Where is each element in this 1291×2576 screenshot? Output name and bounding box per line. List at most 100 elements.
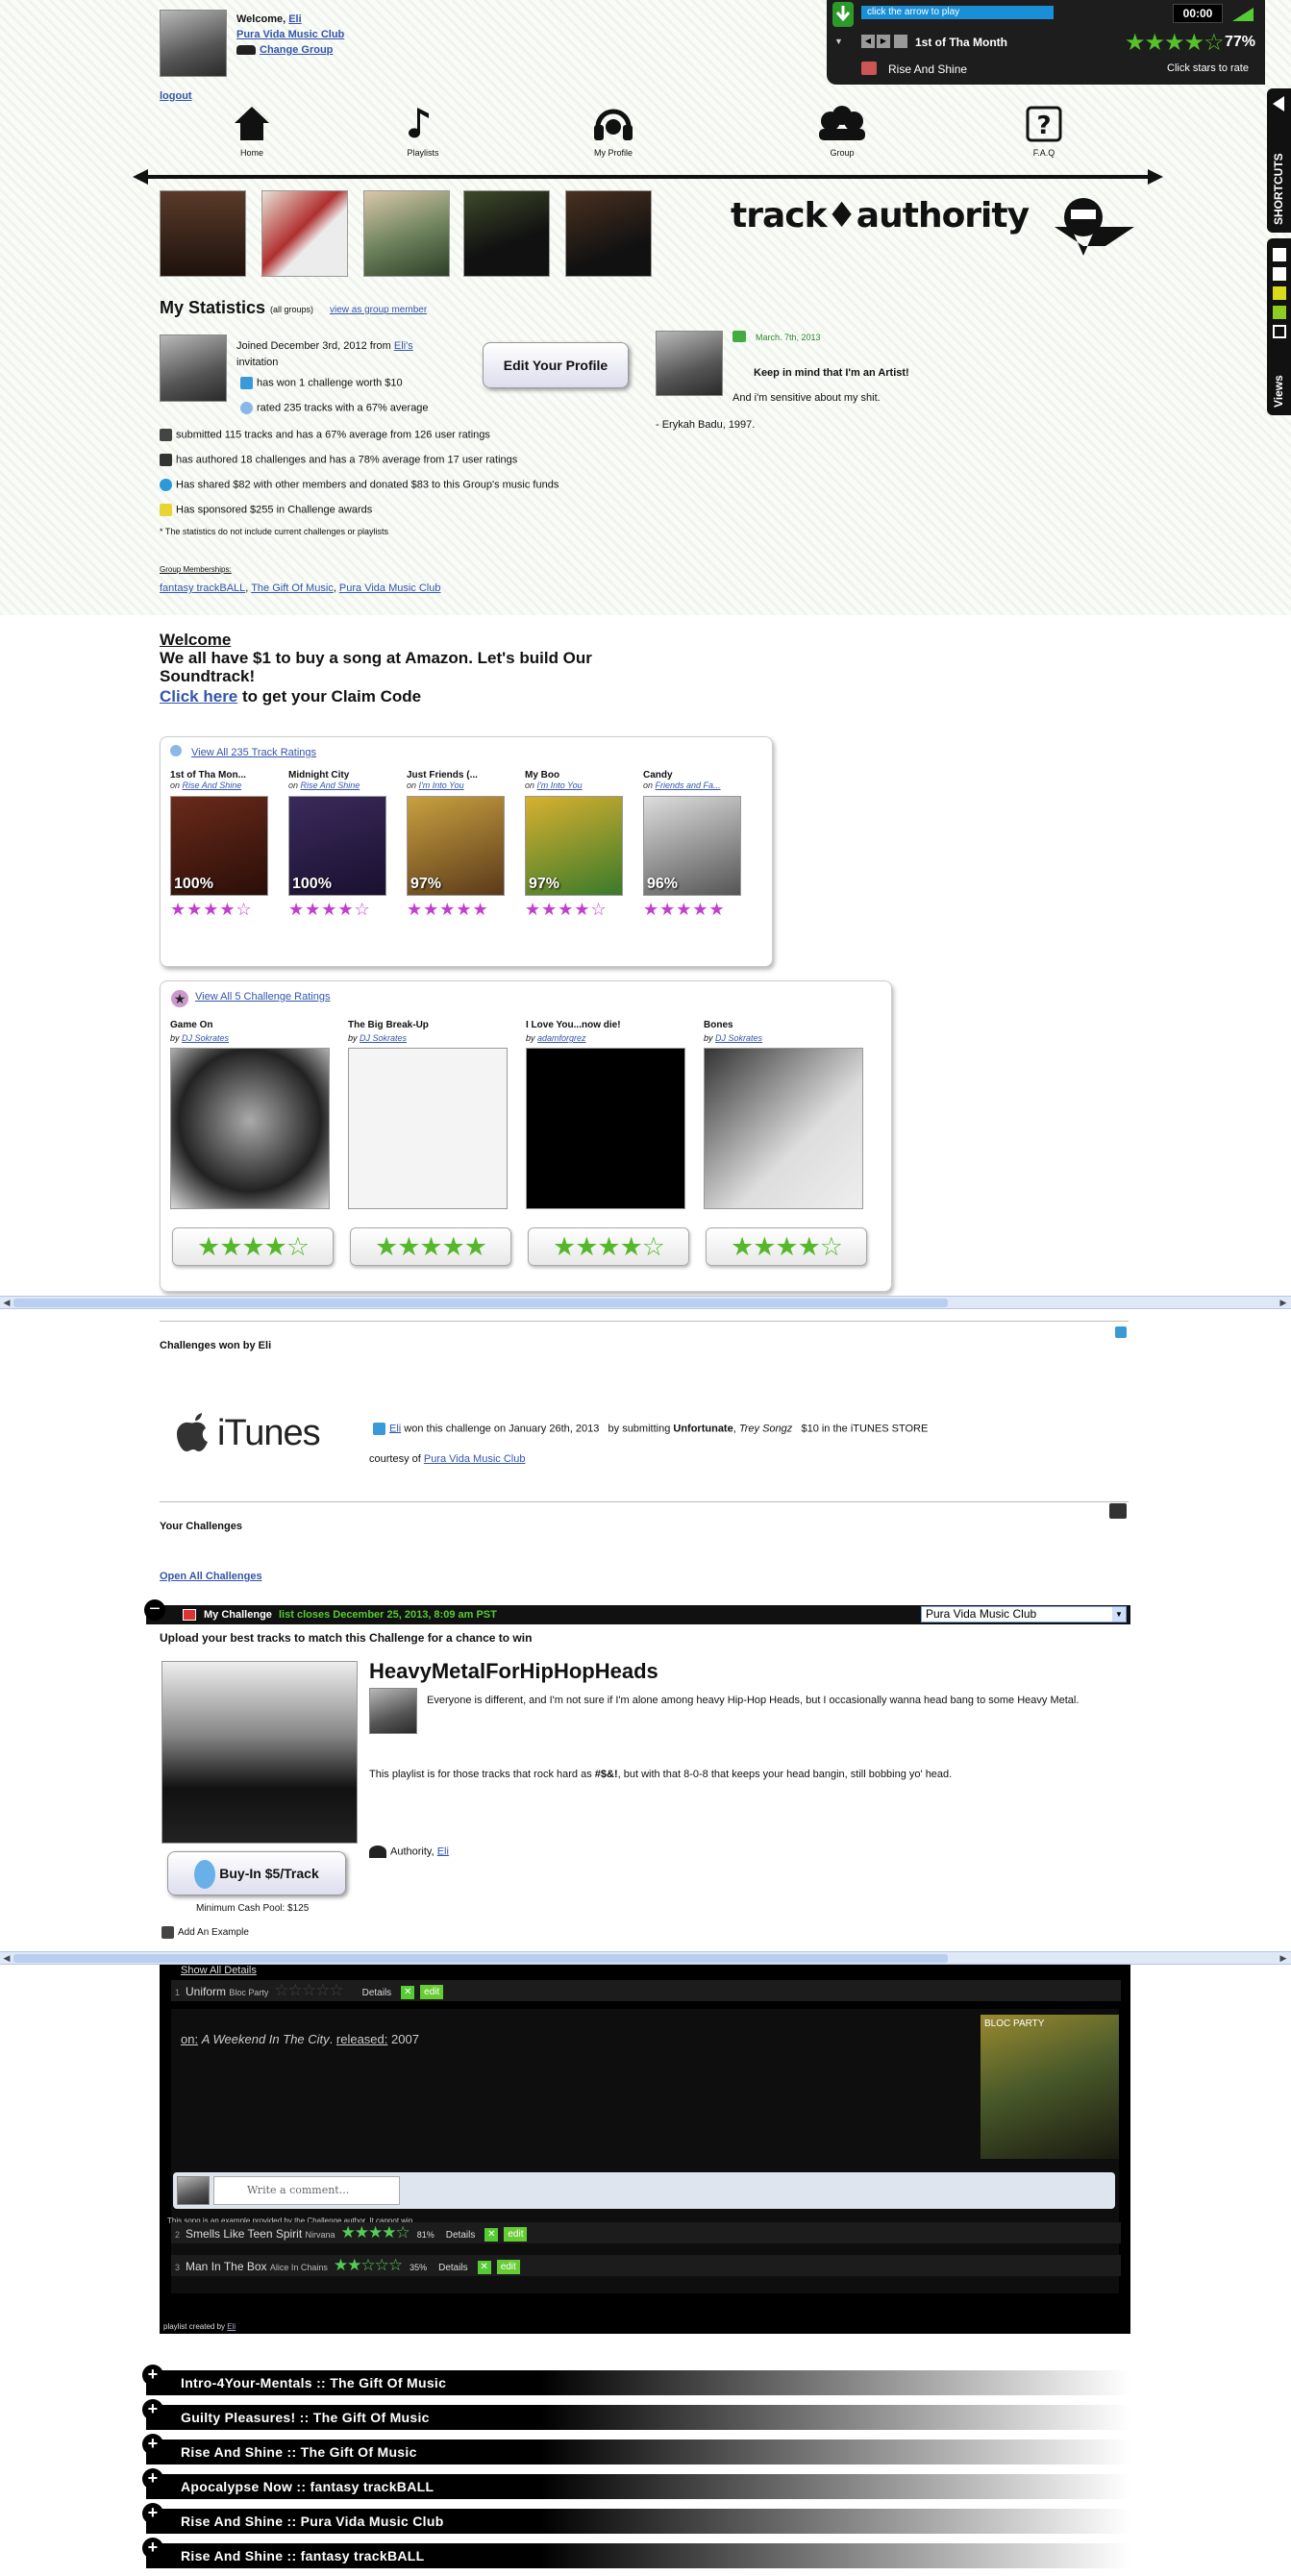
membership-link[interactable]: Pura Vida Music Club [339, 582, 441, 594]
track-name[interactable]: Uniform [186, 1985, 226, 1998]
site-logo[interactable]: track♦authority [731, 196, 1030, 235]
track-rating-stars[interactable]: ★★★★★ [643, 900, 749, 920]
group-select[interactable]: Pura Vida Music Club ▼ [921, 1606, 1127, 1622]
track-playlist-link[interactable]: Friends and Fa... [656, 780, 721, 790]
challenge-image[interactable] [170, 1048, 330, 1209]
track-cover[interactable]: 97% [525, 796, 623, 896]
buy-in-button[interactable]: Buy-In $5/Track [167, 1851, 346, 1895]
challenge-rating-card[interactable]: Bones by DJ Sokrates [704, 1020, 867, 1209]
player-playlist[interactable]: Rise And Shine [888, 62, 967, 76]
challenge-title[interactable]: I Love You...now die! [526, 1020, 689, 1030]
track-title[interactable]: My Boo [525, 770, 631, 780]
album-thumb[interactable] [565, 190, 652, 277]
track-playlist-link[interactable]: I'm Into You [537, 780, 583, 790]
details-link[interactable]: Details [446, 2230, 476, 2241]
edit-button[interactable]: edit [420, 1985, 444, 2000]
membership-link[interactable]: fantasy trackBALL [160, 582, 245, 594]
scroll-left-icon[interactable]: ◀ [0, 1297, 13, 1308]
expand-icon[interactable]: + [142, 2434, 163, 2455]
track-rating-card[interactable]: Candy on Friends and Fa... 96% ★★★★★ [643, 770, 749, 920]
challenge-rating-card[interactable]: The Big Break-Up by DJ Sokrates [348, 1020, 511, 1209]
track-rating-stars[interactable]: ★★★★★ [407, 900, 512, 920]
playlist-track-row[interactable]: 1 Uniform Bloc Party ☆☆☆☆☆ Details ✕ edit [171, 1980, 1121, 2001]
challenge-rating-stars[interactable]: ★★★★☆ [172, 1227, 334, 1266]
won-user-link[interactable]: Eli [389, 1423, 401, 1434]
challenge-author-link[interactable]: DJ Sokrates [182, 1033, 229, 1043]
shortcuts-tab[interactable]: SHORTCUTS [1267, 88, 1291, 233]
expand-icon[interactable]: + [142, 2468, 163, 2489]
collapse-icon[interactable]: − [144, 1599, 165, 1621]
challenge-title[interactable]: The Big Break-Up [348, 1020, 511, 1030]
scroll-thumb[interactable] [13, 1299, 948, 1307]
add-example[interactable]: Add An Example [161, 1926, 249, 1939]
challenge-bar-title[interactable]: Guilty Pleasures! :: The Gift Of Music [181, 2410, 430, 2425]
views-tab[interactable]: Views [1267, 238, 1291, 415]
group-link[interactable]: Pura Vida Music Club [236, 29, 344, 40]
stats-avatar[interactable] [160, 334, 227, 402]
track-rating-card[interactable]: 1st of Tha Mon... on Rise And Shine 100% ★★… [170, 770, 276, 920]
track-rating-stars[interactable]: ★★★★☆ [341, 2223, 410, 2242]
track-rating-card[interactable]: My Boo on I'm Into You 97% ★★★★☆ [525, 770, 631, 920]
challenge-title[interactable]: Bones [704, 1020, 867, 1030]
logout-link[interactable]: logout [160, 90, 192, 102]
track-rating-stars[interactable]: ★★★★☆ [170, 900, 276, 920]
edit-button[interactable]: edit [504, 2227, 528, 2242]
track-title[interactable]: Candy [643, 770, 749, 780]
track-playlist-link[interactable]: Rise And Shine [301, 780, 360, 790]
challenge-image[interactable] [704, 1048, 863, 1209]
user-avatar[interactable] [160, 10, 227, 77]
nav-group[interactable]: Group [804, 104, 881, 158]
challenge-rating-stars[interactable]: ★★★★★ [350, 1227, 511, 1266]
prev-button[interactable]: ◀ [861, 35, 875, 48]
challenge-collapsed-bar[interactable]: + Rise And Shine :: fantasy trackBALL [142, 2538, 1130, 2568]
album-thumb[interactable] [363, 190, 450, 277]
challenge-bar-title[interactable]: Rise And Shine :: The Gift Of Music [181, 2444, 417, 2460]
scroll-left-icon[interactable]: ◀ [0, 1952, 13, 1964]
challenge-collapsed-bar[interactable]: + Guilty Pleasures! :: The Gift Of Music [142, 2399, 1130, 2430]
scroll-right-icon[interactable]: ▶ [1277, 1952, 1290, 1964]
album-thumb[interactable] [463, 190, 550, 277]
next-button[interactable]: ▶ [877, 35, 890, 48]
album-thumb[interactable] [160, 190, 246, 277]
track-rating-stars[interactable]: ★★★★☆ [525, 900, 631, 920]
details-link[interactable]: Details [362, 1988, 392, 1998]
volume-icon[interactable] [1230, 6, 1255, 23]
challenge-bar-title[interactable]: Rise And Shine :: fantasy trackBALL [181, 2548, 424, 2564]
player-rating-stars[interactable]: ★★★★☆ [1125, 29, 1225, 57]
authority-user-link[interactable]: Eli [437, 1845, 449, 1857]
dropdown-icon[interactable]: ▼ [834, 37, 843, 46]
scroll-thumb[interactable] [13, 1954, 948, 1963]
challenge-bar-title[interactable]: Rise And Shine :: Pura Vida Music Club [181, 2514, 444, 2529]
edit-profile-button[interactable]: Edit Your Profile [483, 342, 629, 388]
challenge-author-link[interactable]: DJ Sokrates [360, 1033, 407, 1043]
album-name[interactable]: A Weekend In The City [202, 2032, 330, 2046]
add-example-label[interactable]: Add An Example [178, 1927, 249, 1938]
challenge-author-link[interactable]: DJ Sokrates [715, 1033, 762, 1043]
created-by-user-link[interactable]: Eli [227, 2322, 236, 2331]
track-cover[interactable]: 100% [170, 796, 268, 896]
expand-icon[interactable]: + [142, 2538, 163, 2559]
track-rating-card[interactable]: Just Friends (... on I'm Into You 97% ★★★★★ [407, 770, 512, 920]
track-rating-card[interactable]: Midnight City on Rise And Shine 100% ★★★★☆ [288, 770, 394, 920]
challenge-rating-stars[interactable]: ★★★★☆ [528, 1227, 689, 1266]
track-cover[interactable]: 100% [288, 796, 386, 896]
album-thumb[interactable] [261, 190, 348, 277]
welcome-user-link[interactable]: Eli [288, 13, 301, 25]
membership-link[interactable]: The Gift Of Music [251, 582, 334, 594]
playlist-track-row[interactable]: 3 Man In The Box Alice In Chains ★★☆☆☆ 35% D… [171, 2255, 1121, 2276]
challenge-rating-stars[interactable]: ★★★★☆ [706, 1227, 867, 1266]
challenge-bar-title[interactable]: Apocalypse Now :: fantasy trackBALL [181, 2479, 434, 2494]
challenge-collapsed-bar[interactable]: +Apocalypse Now :: fantasy trackBALL [142, 2468, 1130, 2499]
nav-faq[interactable]: ? F.A.Q [1005, 104, 1082, 158]
challenge-collapsed-bar[interactable]: + Rise And Shine :: The Gift Of Music [142, 2434, 1130, 2465]
expand-icon[interactable]: + [142, 2365, 163, 2386]
nav-my-profile[interactable]: My Profile [575, 104, 652, 158]
view-all-challenge-ratings-link[interactable]: View All 5 Challenge Ratings [195, 991, 330, 1003]
track-title[interactable]: Just Friends (... [407, 770, 512, 780]
challenge-title[interactable]: Game On [170, 1020, 334, 1030]
track-title[interactable]: Midnight City [288, 770, 394, 780]
playlist-track-row[interactable]: 2 Smells Like Teen Spirit Nirvana ★★★★☆ 81%… [171, 2222, 1121, 2243]
challenge-rating-card[interactable]: Game On by DJ Sokrates [170, 1020, 334, 1209]
track-playlist-link[interactable]: I'm Into You [419, 780, 464, 790]
track-name[interactable]: Smells Like Teen Spirit [186, 2227, 302, 2241]
